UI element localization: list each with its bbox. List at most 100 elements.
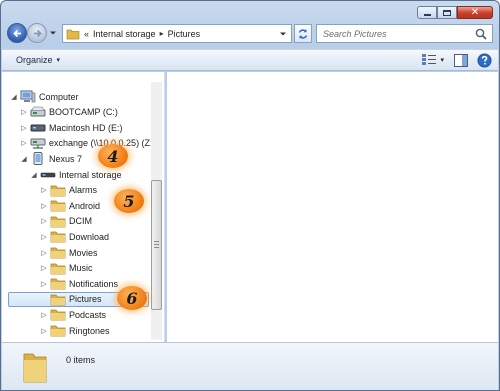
help-icon: [477, 53, 492, 68]
explorer-window: ✕ « Internal storage ▸ Pictures Search P…: [0, 0, 500, 391]
tree-item-label: Android: [69, 200, 101, 211]
tree-item-label: Notifications: [69, 278, 119, 289]
address-root-chevron[interactable]: «: [84, 29, 89, 39]
collapse-icon[interactable]: ◢: [10, 93, 18, 101]
expand-icon[interactable]: ▷: [40, 186, 48, 194]
expand-icon[interactable]: ▷: [20, 124, 28, 132]
scrollbar-thumb[interactable]: [151, 180, 162, 310]
minimize-button[interactable]: [417, 6, 437, 19]
search-icon[interactable]: [475, 28, 487, 40]
expand-icon[interactable]: ▷: [40, 249, 48, 257]
forward-button[interactable]: [27, 23, 47, 43]
folder-icon: [50, 246, 66, 259]
preview-pane-icon: [454, 54, 468, 67]
expand-icon[interactable]: ▷: [40, 264, 48, 272]
back-button[interactable]: [7, 23, 27, 43]
address-dropdown-icon[interactable]: [279, 30, 287, 38]
refresh-icon: [298, 28, 308, 39]
breadcrumb-separator-icon[interactable]: ▸: [160, 29, 164, 38]
tree-item-podcasts[interactable]: ▷ Podcasts: [2, 307, 106, 322]
tree-item-computer[interactable]: ◢ Computer: [2, 89, 79, 104]
caption-buttons: ✕: [417, 6, 493, 19]
details-pane: 0 items: [2, 342, 498, 390]
folder-icon: [50, 215, 66, 228]
tree-item-internal-storage[interactable]: ◢ Internal storage: [2, 167, 122, 182]
expand-icon[interactable]: ▷: [40, 327, 48, 335]
item-count: 0 items: [66, 355, 96, 365]
maximize-icon: [443, 9, 451, 16]
folder-icon: [23, 353, 47, 383]
tree-item-android[interactable]: ▷ Android: [2, 198, 100, 213]
maximize-button[interactable]: [437, 6, 457, 19]
tree-item-label: Computer: [39, 91, 79, 102]
tree-item-movies[interactable]: ▷ Movies: [2, 245, 98, 260]
tree-item-label: Music: [69, 263, 93, 274]
change-view-button[interactable]: ▾: [421, 53, 444, 66]
tree-item-label: Pictures: [69, 294, 102, 305]
navigation-pane-scrollbar[interactable]: [151, 82, 162, 340]
drive-icon: [30, 121, 46, 134]
tree-item-notifications[interactable]: ▷ Notifications: [2, 276, 118, 291]
device-icon: [30, 152, 46, 166]
tree-item-dcim[interactable]: ▷ DCIM: [2, 214, 92, 229]
network-drive-icon: [30, 137, 46, 150]
tree-item-macintosh-hd-e[interactable]: ▷ Macintosh HD (E:): [2, 120, 122, 135]
tree-item-label: DCIM: [69, 216, 92, 227]
folder-icon: [50, 324, 66, 337]
scroll-grip-icon: [154, 241, 159, 248]
preview-pane-button[interactable]: [454, 54, 468, 69]
close-button[interactable]: ✕: [457, 6, 493, 19]
expand-icon[interactable]: ▷: [20, 139, 28, 147]
tree-item-label: Internal storage: [59, 169, 122, 180]
computer-icon: [20, 90, 36, 103]
search-input[interactable]: [323, 28, 473, 39]
folder-icon: [50, 199, 66, 212]
breadcrumb-internal-storage[interactable]: Internal storage: [93, 29, 156, 39]
tree-item-label: Nexus 7: [49, 153, 83, 164]
tree-item-bootcamp-c[interactable]: ▷ BOOTCAMP (C:): [2, 105, 118, 120]
expand-icon[interactable]: ▷: [40, 233, 48, 241]
navigation-bar: « Internal storage ▸ Pictures: [7, 22, 493, 44]
close-icon: ✕: [470, 6, 480, 18]
chevron-down-icon: ▾: [56, 57, 61, 64]
expand-icon[interactable]: ▷: [20, 108, 28, 116]
view-list-icon: [422, 54, 437, 65]
hard-drive-icon: [30, 106, 46, 119]
tree-item-label: BOOTCAMP (C:): [49, 107, 118, 118]
tree-item-label: Alarms: [69, 185, 98, 196]
tree-item-label: Movies: [69, 247, 98, 258]
callout-step-4: 4: [98, 144, 128, 168]
address-bar[interactable]: « Internal storage ▸ Pictures: [62, 24, 292, 43]
refresh-button[interactable]: [294, 24, 312, 43]
folder-icon: [50, 262, 66, 275]
help-button[interactable]: [477, 53, 492, 70]
expand-icon[interactable]: ▷: [40, 217, 48, 225]
breadcrumb-pictures[interactable]: Pictures: [168, 29, 201, 39]
collapse-icon[interactable]: ◢: [20, 155, 28, 163]
tree-item-ringtones[interactable]: ▷ Ringtones: [2, 323, 110, 338]
expand-icon[interactable]: ▷: [40, 311, 48, 319]
view-options-chevron-icon[interactable]: ▾: [440, 56, 444, 64]
tree-item-music[interactable]: ▷ Music: [2, 261, 93, 276]
storage-icon: [40, 168, 56, 181]
tree-item-alarms[interactable]: ▷ Alarms: [2, 183, 97, 198]
tree-item-exchange-10-0-0-25-z[interactable]: ▷ exchange (\\10.0.0.25) (Z:): [2, 136, 156, 151]
folder-icon: [66, 29, 80, 39]
recent-pages-dropdown-icon[interactable]: [49, 29, 57, 37]
organize-button[interactable]: Organize ▾: [16, 55, 60, 65]
folder-icon: [50, 184, 66, 197]
search-box: [316, 24, 493, 43]
expand-icon[interactable]: ▷: [40, 202, 48, 210]
file-list-pane[interactable]: [167, 72, 498, 342]
expand-icon: [40, 295, 48, 303]
tree-item-nexus-7[interactable]: ◢ Nexus 7: [2, 151, 82, 166]
collapse-icon[interactable]: ◢: [30, 171, 38, 179]
expand-icon[interactable]: ▷: [40, 280, 48, 288]
callout-step-6: 6: [117, 286, 147, 310]
tree-item-label: Podcasts: [69, 309, 107, 320]
organize-label: Organize: [16, 55, 53, 65]
navigation-pane: ◢ Computer ▷ BOOTCAMP (C:) ▷ Macintosh HD (E:…: [2, 72, 165, 342]
folder-icon: [50, 230, 66, 243]
tree-item-download[interactable]: ▷ Download: [2, 229, 109, 244]
folder-icon: [50, 293, 66, 306]
